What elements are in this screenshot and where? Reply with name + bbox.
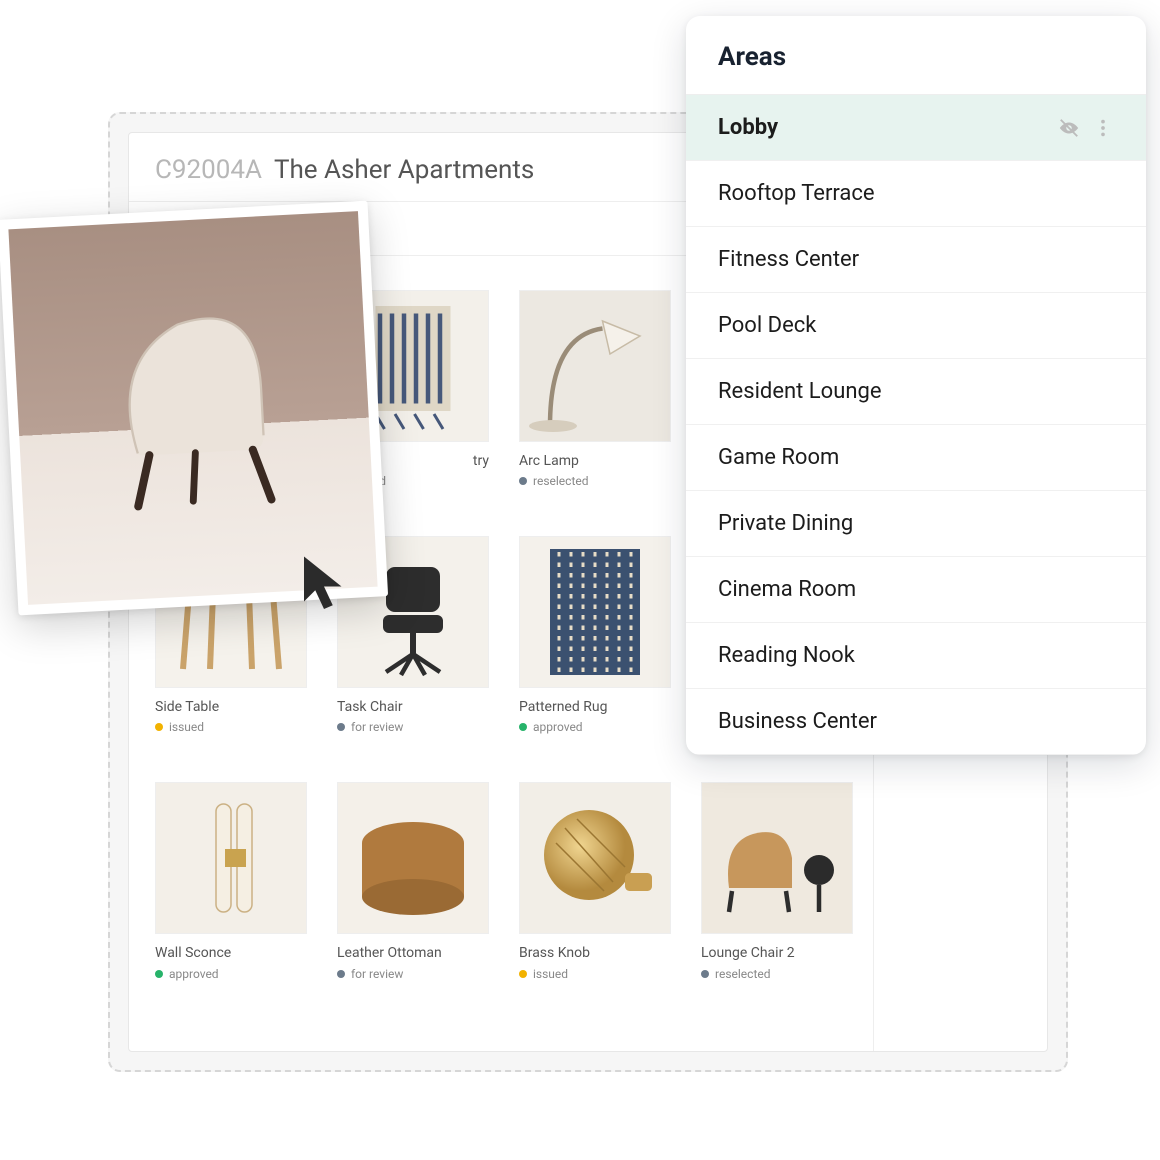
areas-item-label: Fitness Center [718, 247, 1114, 272]
areas-item[interactable]: Reading Nook [686, 623, 1146, 689]
status-dot [519, 970, 527, 978]
areas-item-label: Private Dining [718, 511, 1114, 536]
status-label: reselected [715, 967, 771, 981]
areas-item-label: Lobby [718, 115, 1046, 140]
areas-panel: Areas Lobby Rooftop Terrace Fitness Center… [686, 16, 1146, 755]
areas-item[interactable]: Rooftop Terrace [686, 161, 1146, 227]
product-name: Patterned Rug [519, 698, 671, 716]
project-name: The Asher Apartments [274, 155, 534, 185]
product-card[interactable]: Patterned Rug approved [519, 536, 671, 734]
product-name: Lounge Chair 2 [701, 944, 853, 962]
status-dot [337, 970, 345, 978]
areas-item-label: Resident Lounge [718, 379, 1114, 404]
more-vertical-icon[interactable] [1092, 117, 1114, 139]
product-name: Wall Sconce [155, 944, 307, 962]
product-name: Task Chair [337, 698, 489, 716]
product-card[interactable]: Arc Lamp reselected [519, 290, 671, 488]
dragging-product-image [8, 211, 377, 605]
status-dot [155, 970, 163, 978]
status-dot [155, 723, 163, 731]
areas-item-label: Reading Nook [718, 643, 1114, 668]
areas-item-label: Game Room [718, 445, 1114, 470]
status-dot [337, 723, 345, 731]
product-card[interactable]: Wall Sconce approved [155, 782, 307, 980]
areas-item[interactable]: Resident Lounge [686, 359, 1146, 425]
areas-item[interactable]: Pool Deck [686, 293, 1146, 359]
status-label: approved [169, 967, 219, 981]
areas-item-label: Rooftop Terrace [718, 181, 1114, 206]
product-card[interactable]: Leather Ottoman for review [337, 782, 489, 980]
areas-item-label: Pool Deck [718, 313, 1114, 338]
status-label: issued [533, 967, 568, 981]
areas-item[interactable]: Game Room [686, 425, 1146, 491]
status-label: approved [533, 720, 583, 734]
product-card[interactable]: Brass Knob issued [519, 782, 671, 980]
status-dot [519, 477, 527, 485]
status-label: issued [169, 720, 204, 734]
areas-item[interactable]: Private Dining [686, 491, 1146, 557]
cursor-icon [298, 554, 350, 614]
areas-item[interactable]: Lobby [686, 95, 1146, 161]
status-label: reselected [533, 474, 589, 488]
visibility-off-icon[interactable] [1058, 117, 1080, 139]
product-name: Side Table [155, 698, 307, 716]
status-dot [519, 723, 527, 731]
areas-list: Lobby Rooftop Terrace Fitness Center Pool D… [686, 95, 1146, 755]
project-code: C92004A [155, 155, 262, 185]
product-name: Arc Lamp [519, 452, 671, 470]
status-dot [701, 970, 709, 978]
areas-item-label: Cinema Room [718, 577, 1114, 602]
status-label: for review [351, 967, 403, 981]
areas-item[interactable]: Business Center [686, 689, 1146, 755]
product-name: Brass Knob [519, 944, 671, 962]
areas-item-label: Business Center [718, 709, 1114, 734]
product-name: Leather Ottoman [337, 944, 489, 962]
areas-panel-title: Areas [686, 16, 1146, 95]
product-card[interactable]: Lounge Chair 2 reselected [701, 782, 853, 980]
status-label: for review [351, 720, 403, 734]
areas-item[interactable]: Cinema Room [686, 557, 1146, 623]
areas-item[interactable]: Fitness Center [686, 227, 1146, 293]
